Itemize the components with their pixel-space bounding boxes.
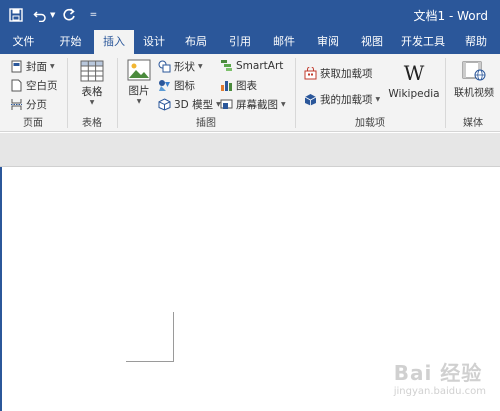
page-break-label: 分页 bbox=[26, 99, 47, 111]
3d-models-label: 3D 模型 bbox=[174, 99, 214, 111]
chevron-down-icon: ▼ bbox=[198, 63, 203, 70]
undo-icon[interactable] bbox=[30, 5, 50, 25]
table-label: 表格 bbox=[81, 86, 103, 98]
save-icon[interactable] bbox=[6, 5, 26, 25]
tab-insert[interactable]: 插入 bbox=[94, 30, 134, 54]
screenshot-label: 屏幕截图 bbox=[236, 99, 278, 111]
online-video-label: 联机视频 bbox=[454, 88, 494, 99]
page-margin-marker bbox=[126, 361, 174, 362]
page-break-button[interactable]: 分页 bbox=[10, 97, 47, 112]
tab-view[interactable]: 视图 bbox=[350, 30, 394, 54]
blank-page-button[interactable]: 空白页 bbox=[10, 78, 58, 93]
tab-design[interactable]: 设计 bbox=[134, 30, 174, 54]
group-addins: 获取加载项 我的加载项 ▼ W Wikipedia 加载项 bbox=[296, 54, 444, 132]
blank-page-label: 空白页 bbox=[26, 80, 58, 92]
screenshot-icon bbox=[220, 99, 233, 109]
shapes-icon bbox=[158, 60, 171, 73]
screenshot-button[interactable]: 屏幕截图 ▼ bbox=[220, 97, 286, 112]
page-margin-marker bbox=[173, 312, 174, 362]
online-video-icon bbox=[462, 61, 486, 81]
group-label-media: 媒体 bbox=[463, 118, 483, 129]
blank-page-icon bbox=[11, 79, 22, 92]
pictures-button[interactable]: 图片 ▼ bbox=[124, 59, 154, 105]
cover-page-icon bbox=[11, 60, 22, 73]
undo-dropdown-icon[interactable]: ▼ bbox=[50, 11, 55, 19]
shapes-button[interactable]: 形状 ▼ bbox=[158, 59, 203, 74]
customize-qat-icon[interactable]: = bbox=[83, 5, 103, 25]
online-video-button[interactable]: 联机视频 bbox=[450, 60, 498, 99]
tab-mailings[interactable]: 邮件 bbox=[262, 30, 306, 54]
icons-icon bbox=[159, 80, 170, 91]
chevron-down-icon: ▼ bbox=[89, 99, 95, 106]
my-addins-button[interactable]: 我的加载项 ▼ bbox=[304, 92, 380, 107]
group-illustrations: 图片 ▼ 形状 ▼ 图标 3D 模型 ▼ SmartArt 图表 屏幕截图 ▼ … bbox=[118, 54, 294, 132]
tab-file[interactable]: 文件 bbox=[0, 30, 47, 54]
tab-review[interactable]: 审阅 bbox=[306, 30, 350, 54]
smartart-icon bbox=[221, 60, 232, 71]
chevron-down-icon: ▼ bbox=[50, 63, 55, 70]
smartart-label: SmartArt bbox=[236, 59, 284, 72]
icons-label: 图标 bbox=[174, 80, 195, 92]
page-break-icon bbox=[11, 99, 22, 110]
table-button[interactable]: 表格 ▼ bbox=[78, 60, 106, 106]
chevron-down-icon: ▼ bbox=[375, 96, 381, 103]
watermark-main: Bai 经验 bbox=[393, 361, 483, 385]
table-icon bbox=[80, 60, 104, 82]
group-label-addins: 加载项 bbox=[355, 118, 385, 129]
cube-icon bbox=[158, 98, 171, 111]
chart-icon bbox=[221, 81, 232, 91]
wikipedia-label: Wikipedia bbox=[388, 88, 440, 100]
ruler-area bbox=[0, 133, 500, 167]
smartart-button[interactable]: SmartArt bbox=[220, 59, 283, 72]
watermark: Bai 经验 jingyan.baidu.com bbox=[394, 357, 486, 397]
tab-help[interactable]: 帮助 bbox=[452, 30, 500, 54]
wikipedia-icon: W bbox=[403, 61, 425, 85]
tab-layout[interactable]: 布局 bbox=[174, 30, 218, 54]
cover-page-button[interactable]: 封面 ▼ bbox=[10, 59, 55, 74]
group-label-pages: 页面 bbox=[23, 118, 43, 129]
cover-page-label: 封面 bbox=[26, 61, 47, 73]
chart-button[interactable]: 图表 bbox=[220, 78, 257, 93]
group-pages: 封面 ▼ 空白页 分页 页面 bbox=[0, 54, 66, 132]
watermark-sub: jingyan.baidu.com bbox=[393, 386, 486, 397]
store-icon bbox=[304, 67, 317, 80]
tab-developer[interactable]: 开发工具 bbox=[394, 30, 452, 54]
group-label-tables: 表格 bbox=[82, 118, 102, 129]
tab-references[interactable]: 引用 bbox=[218, 30, 262, 54]
tab-home[interactable]: 开始 bbox=[47, 30, 94, 54]
chevron-down-icon: ▼ bbox=[281, 101, 286, 108]
group-label-illustrations: 插图 bbox=[196, 118, 216, 129]
group-tables: 表格 ▼ 表格 bbox=[68, 54, 116, 132]
ribbon-tabs: 文件 开始 插入 设计 布局 引用 邮件 审阅 视图 开发工具 帮助 bbox=[0, 30, 500, 54]
redo-icon[interactable] bbox=[59, 5, 79, 25]
chart-label: 图表 bbox=[236, 80, 257, 92]
title-bar: ▼ = 文档1 - Word bbox=[0, 0, 500, 30]
quick-access-toolbar: ▼ = bbox=[6, 5, 103, 25]
pictures-label: 图片 bbox=[128, 85, 150, 97]
picture-icon bbox=[127, 59, 151, 81]
shapes-label: 形状 bbox=[174, 61, 195, 73]
document-title: 文档1 - Word bbox=[413, 9, 488, 23]
my-addins-icon bbox=[304, 94, 317, 106]
group-media: 联机视频 媒体 bbox=[446, 54, 500, 132]
ribbon: 封面 ▼ 空白页 分页 页面 表格 ▼ 表格 图片 ▼ 形状 ▼ 图标 3D 模… bbox=[0, 54, 500, 132]
wikipedia-button[interactable]: W Wikipedia bbox=[388, 62, 440, 100]
get-addins-label: 获取加载项 bbox=[320, 68, 373, 80]
icons-button[interactable]: 图标 bbox=[158, 78, 195, 93]
chevron-down-icon: ▼ bbox=[136, 98, 142, 105]
my-addins-label: 我的加载项 bbox=[320, 94, 373, 106]
3d-models-button[interactable]: 3D 模型 ▼ bbox=[158, 97, 221, 112]
get-addins-button[interactable]: 获取加载项 bbox=[304, 66, 373, 81]
